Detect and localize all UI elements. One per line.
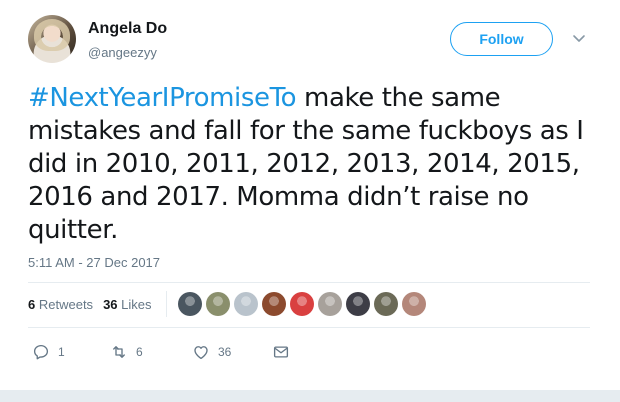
heart-icon — [194, 346, 208, 360]
stats-separator — [166, 291, 167, 317]
avatar[interactable] — [28, 15, 76, 63]
liker-avatar[interactable] — [290, 292, 314, 316]
author-handle[interactable]: @angeezyy — [88, 45, 157, 60]
bottom-border — [0, 390, 620, 402]
liker-avatar[interactable] — [206, 292, 230, 316]
liker-avatar[interactable] — [318, 292, 342, 316]
author-name[interactable]: Angela Do — [88, 20, 167, 38]
liker-avatar[interactable] — [178, 292, 202, 316]
divider — [28, 327, 590, 328]
tweet-text: #NextYearIPromiseTo make the same mistak… — [28, 82, 598, 247]
like-button[interactable]: 36 — [192, 343, 272, 361]
reply-icon — [33, 344, 49, 360]
chevron-down-icon[interactable] — [571, 30, 587, 46]
retweet-button[interactable]: 6 — [110, 343, 192, 361]
likes-count: 36 — [103, 297, 118, 312]
retweets-count: 6 — [28, 297, 36, 312]
engagement-stats: 6 Retweets 36 Likes — [28, 297, 152, 312]
follow-button[interactable]: Follow — [450, 22, 553, 56]
reply-count: 1 — [58, 345, 65, 359]
like-count: 36 — [218, 345, 232, 359]
retweets-stat[interactable]: 6 Retweets — [28, 297, 93, 312]
retweets-label: Retweets — [38, 297, 94, 312]
retweet-count: 6 — [136, 345, 143, 359]
likes-label: Likes — [121, 297, 152, 312]
envelope-icon — [273, 346, 289, 358]
reply-button[interactable]: 1 — [32, 343, 110, 361]
liker-avatar[interactable] — [234, 292, 258, 316]
divider — [28, 282, 590, 283]
liker-avatar[interactable] — [402, 292, 426, 316]
direct-message-button[interactable] — [272, 343, 290, 361]
likes-stat[interactable]: 36 Likes — [103, 297, 151, 312]
likers-avatars — [178, 292, 426, 316]
liker-avatar[interactable] — [262, 292, 286, 316]
hashtag-link[interactable]: #NextYearIPromiseTo — [28, 83, 297, 113]
liker-avatar[interactable] — [374, 292, 398, 316]
tweet-timestamp[interactable]: 5:11 AM - 27 Dec 2017 — [28, 255, 160, 270]
tweet-actions: 1 6 36 — [32, 343, 290, 361]
liker-avatar[interactable] — [346, 292, 370, 316]
retweet-icon — [113, 346, 125, 358]
